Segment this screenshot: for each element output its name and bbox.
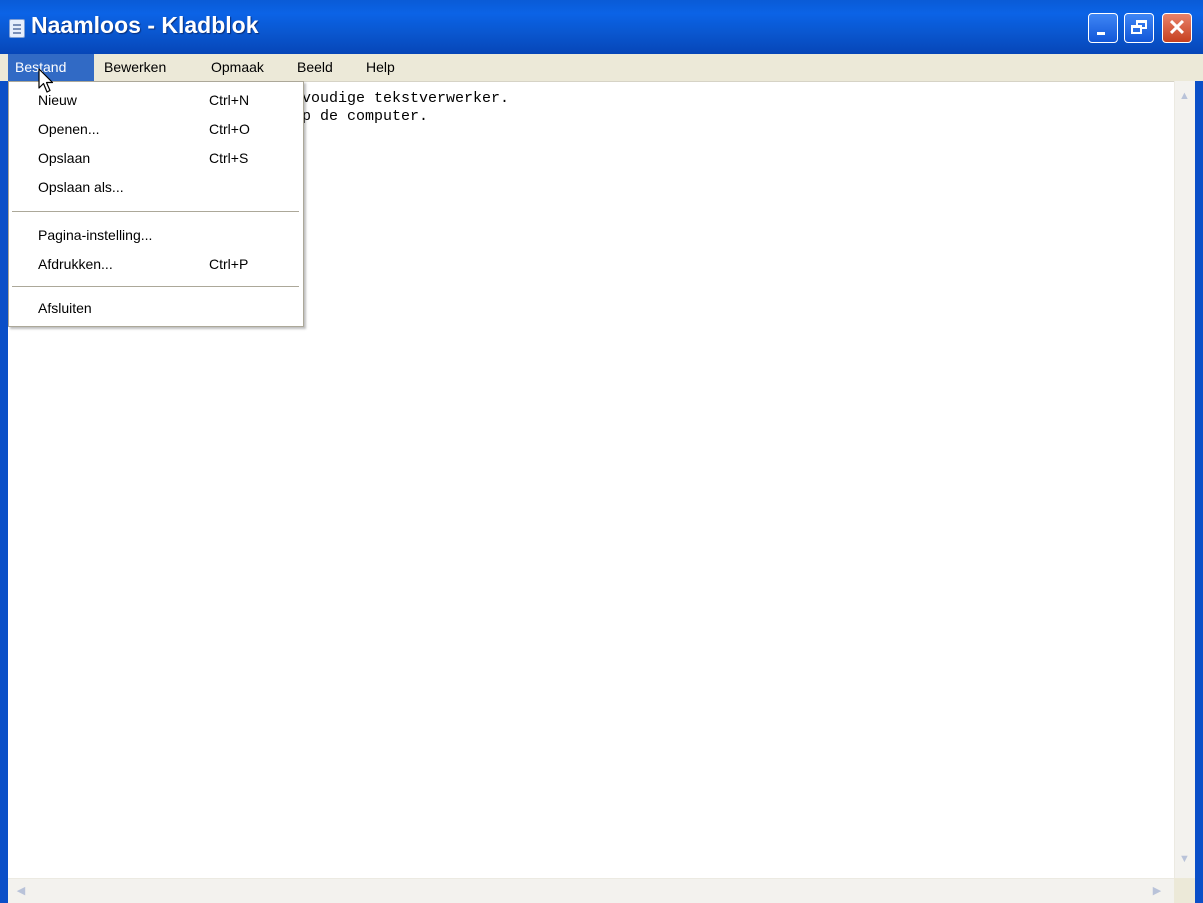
close-button[interactable]: ✕ xyxy=(1162,13,1192,43)
maximize-button[interactable] xyxy=(1124,13,1154,43)
scroll-left-icon[interactable]: ◀ xyxy=(14,884,28,897)
menu-item-pagina-instelling[interactable]: Pagina-instelling... xyxy=(9,223,303,249)
menu-opmaak[interactable]: Opmaak xyxy=(204,54,271,81)
menu-item-label: Afdrukken... xyxy=(38,256,113,272)
vertical-scrollbar[interactable] xyxy=(1174,81,1195,878)
menu-separator xyxy=(12,211,299,212)
minimize-button[interactable] xyxy=(1088,13,1118,43)
window-frame-left xyxy=(0,54,8,903)
menu-item-label: Afsluiten xyxy=(38,300,92,316)
title-bar[interactable]: Naamloos - Kladblok ✕ xyxy=(0,0,1203,54)
menu-item-label: Opslaan als... xyxy=(38,179,124,195)
horizontal-scrollbar[interactable] xyxy=(8,878,1174,903)
close-icon: ✕ xyxy=(1167,15,1187,40)
restore-icon xyxy=(1131,20,1147,34)
scroll-down-icon[interactable]: ▼ xyxy=(1176,853,1193,865)
editor-line: voudige tekstverwerker. xyxy=(302,90,510,107)
scroll-right-icon[interactable]: ▶ xyxy=(1150,884,1164,897)
menu-bar: Bestand Bewerken Opmaak Beeld Help xyxy=(0,54,1203,81)
menu-separator xyxy=(12,286,299,287)
menu-item-shortcut: Ctrl+N xyxy=(209,92,250,108)
window-title: Naamloos - Kladblok xyxy=(31,12,259,38)
mouse-pointer-icon xyxy=(38,68,54,93)
menu-item-opslaan-als[interactable]: Opslaan als... xyxy=(9,175,303,201)
menu-item-shortcut: Ctrl+S xyxy=(209,150,249,166)
menu-item-shortcut: Ctrl+P xyxy=(209,256,249,272)
minimize-icon xyxy=(1097,32,1105,35)
menu-item-shortcut: Ctrl+O xyxy=(209,121,250,137)
menu-item-afdrukken[interactable]: Afdrukken... Ctrl+P xyxy=(9,252,303,278)
editor-line: p de computer. xyxy=(302,108,429,125)
scrollbar-corner xyxy=(1174,878,1195,903)
file-menu-dropdown: Nieuw Ctrl+N Openen... Ctrl+O Opslaan Ct… xyxy=(8,81,304,327)
menu-item-openen[interactable]: Openen... Ctrl+O xyxy=(9,117,303,143)
menu-beeld[interactable]: Beeld xyxy=(290,54,340,81)
notepad-icon[interactable] xyxy=(9,19,25,38)
menu-item-afsluiten[interactable]: Afsluiten xyxy=(9,296,303,322)
menu-item-opslaan[interactable]: Opslaan Ctrl+S xyxy=(9,146,303,172)
menu-item-label: Opslaan xyxy=(38,150,91,166)
menu-item-label: Openen... xyxy=(38,121,100,137)
menu-help[interactable]: Help xyxy=(359,54,402,81)
scroll-up-icon[interactable]: ▲ xyxy=(1176,90,1193,102)
menu-item-label: Nieuw xyxy=(38,92,77,108)
menu-item-label: Pagina-instelling... xyxy=(38,227,153,243)
window-frame-right xyxy=(1195,54,1203,903)
menu-bewerken[interactable]: Bewerken xyxy=(97,54,173,81)
